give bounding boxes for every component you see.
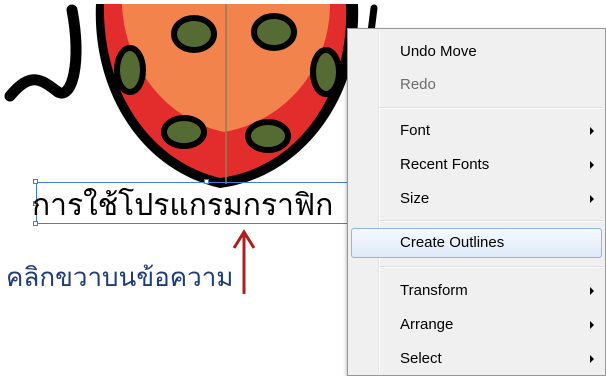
menu-item-arrange[interactable]: Arrange [351, 310, 602, 340]
ladybug-spot [310, 47, 342, 97]
instruction-label: คลิกขวาบนข้อความ [6, 263, 234, 293]
menu-item-label: Create Outlines [400, 234, 505, 251]
submenu-arrow-icon [590, 127, 594, 135]
submenu-arrow-icon [590, 355, 594, 363]
menu-item-label: Size [400, 190, 430, 207]
menu-item-font[interactable]: Font [351, 116, 602, 146]
selected-text-object[interactable]: การใช้โปรแกรมกราฟิก [32, 184, 356, 228]
submenu-arrow-icon [590, 195, 594, 203]
submenu-arrow-icon [590, 161, 594, 169]
menu-item-label: Undo Move [400, 43, 477, 60]
menu-item-size[interactable]: Size [351, 184, 602, 214]
menu-item-label: Font [400, 122, 431, 139]
ladybug-spot [251, 13, 297, 51]
submenu-arrow-icon [590, 321, 594, 329]
menu-item-label: Arrange [400, 316, 454, 333]
menu-item-label: Select [400, 350, 442, 367]
menu-item-recent-fonts[interactable]: Recent Fonts [351, 150, 602, 180]
menu-item-redo[interactable]: Redo [351, 70, 602, 100]
menu-item-select[interactable]: Select [351, 344, 602, 374]
submenu-arrow-icon [590, 287, 594, 295]
menu-item-label: Redo [400, 76, 436, 93]
ladybug-spot [245, 119, 291, 153]
menu-separator [379, 266, 603, 268]
menu-item-create-outlines[interactable]: Create Outlines [351, 228, 602, 258]
ladybug-spot [114, 45, 146, 95]
menu-separator [379, 107, 603, 109]
ladybug-spot [161, 115, 207, 149]
menu-item-undo-move[interactable]: Undo Move [351, 37, 602, 67]
ladybug-spot [171, 15, 217, 53]
context-menu[interactable]: Undo Move Redo Font Recent Fonts Size Cr… [347, 28, 606, 376]
ladybug-left-leg [4, 4, 82, 102]
menu-item-transform[interactable]: Transform [351, 276, 602, 306]
menu-item-label: Transform [400, 282, 468, 299]
menu-item-label: Recent Fonts [400, 156, 490, 173]
menu-separator [379, 220, 603, 222]
